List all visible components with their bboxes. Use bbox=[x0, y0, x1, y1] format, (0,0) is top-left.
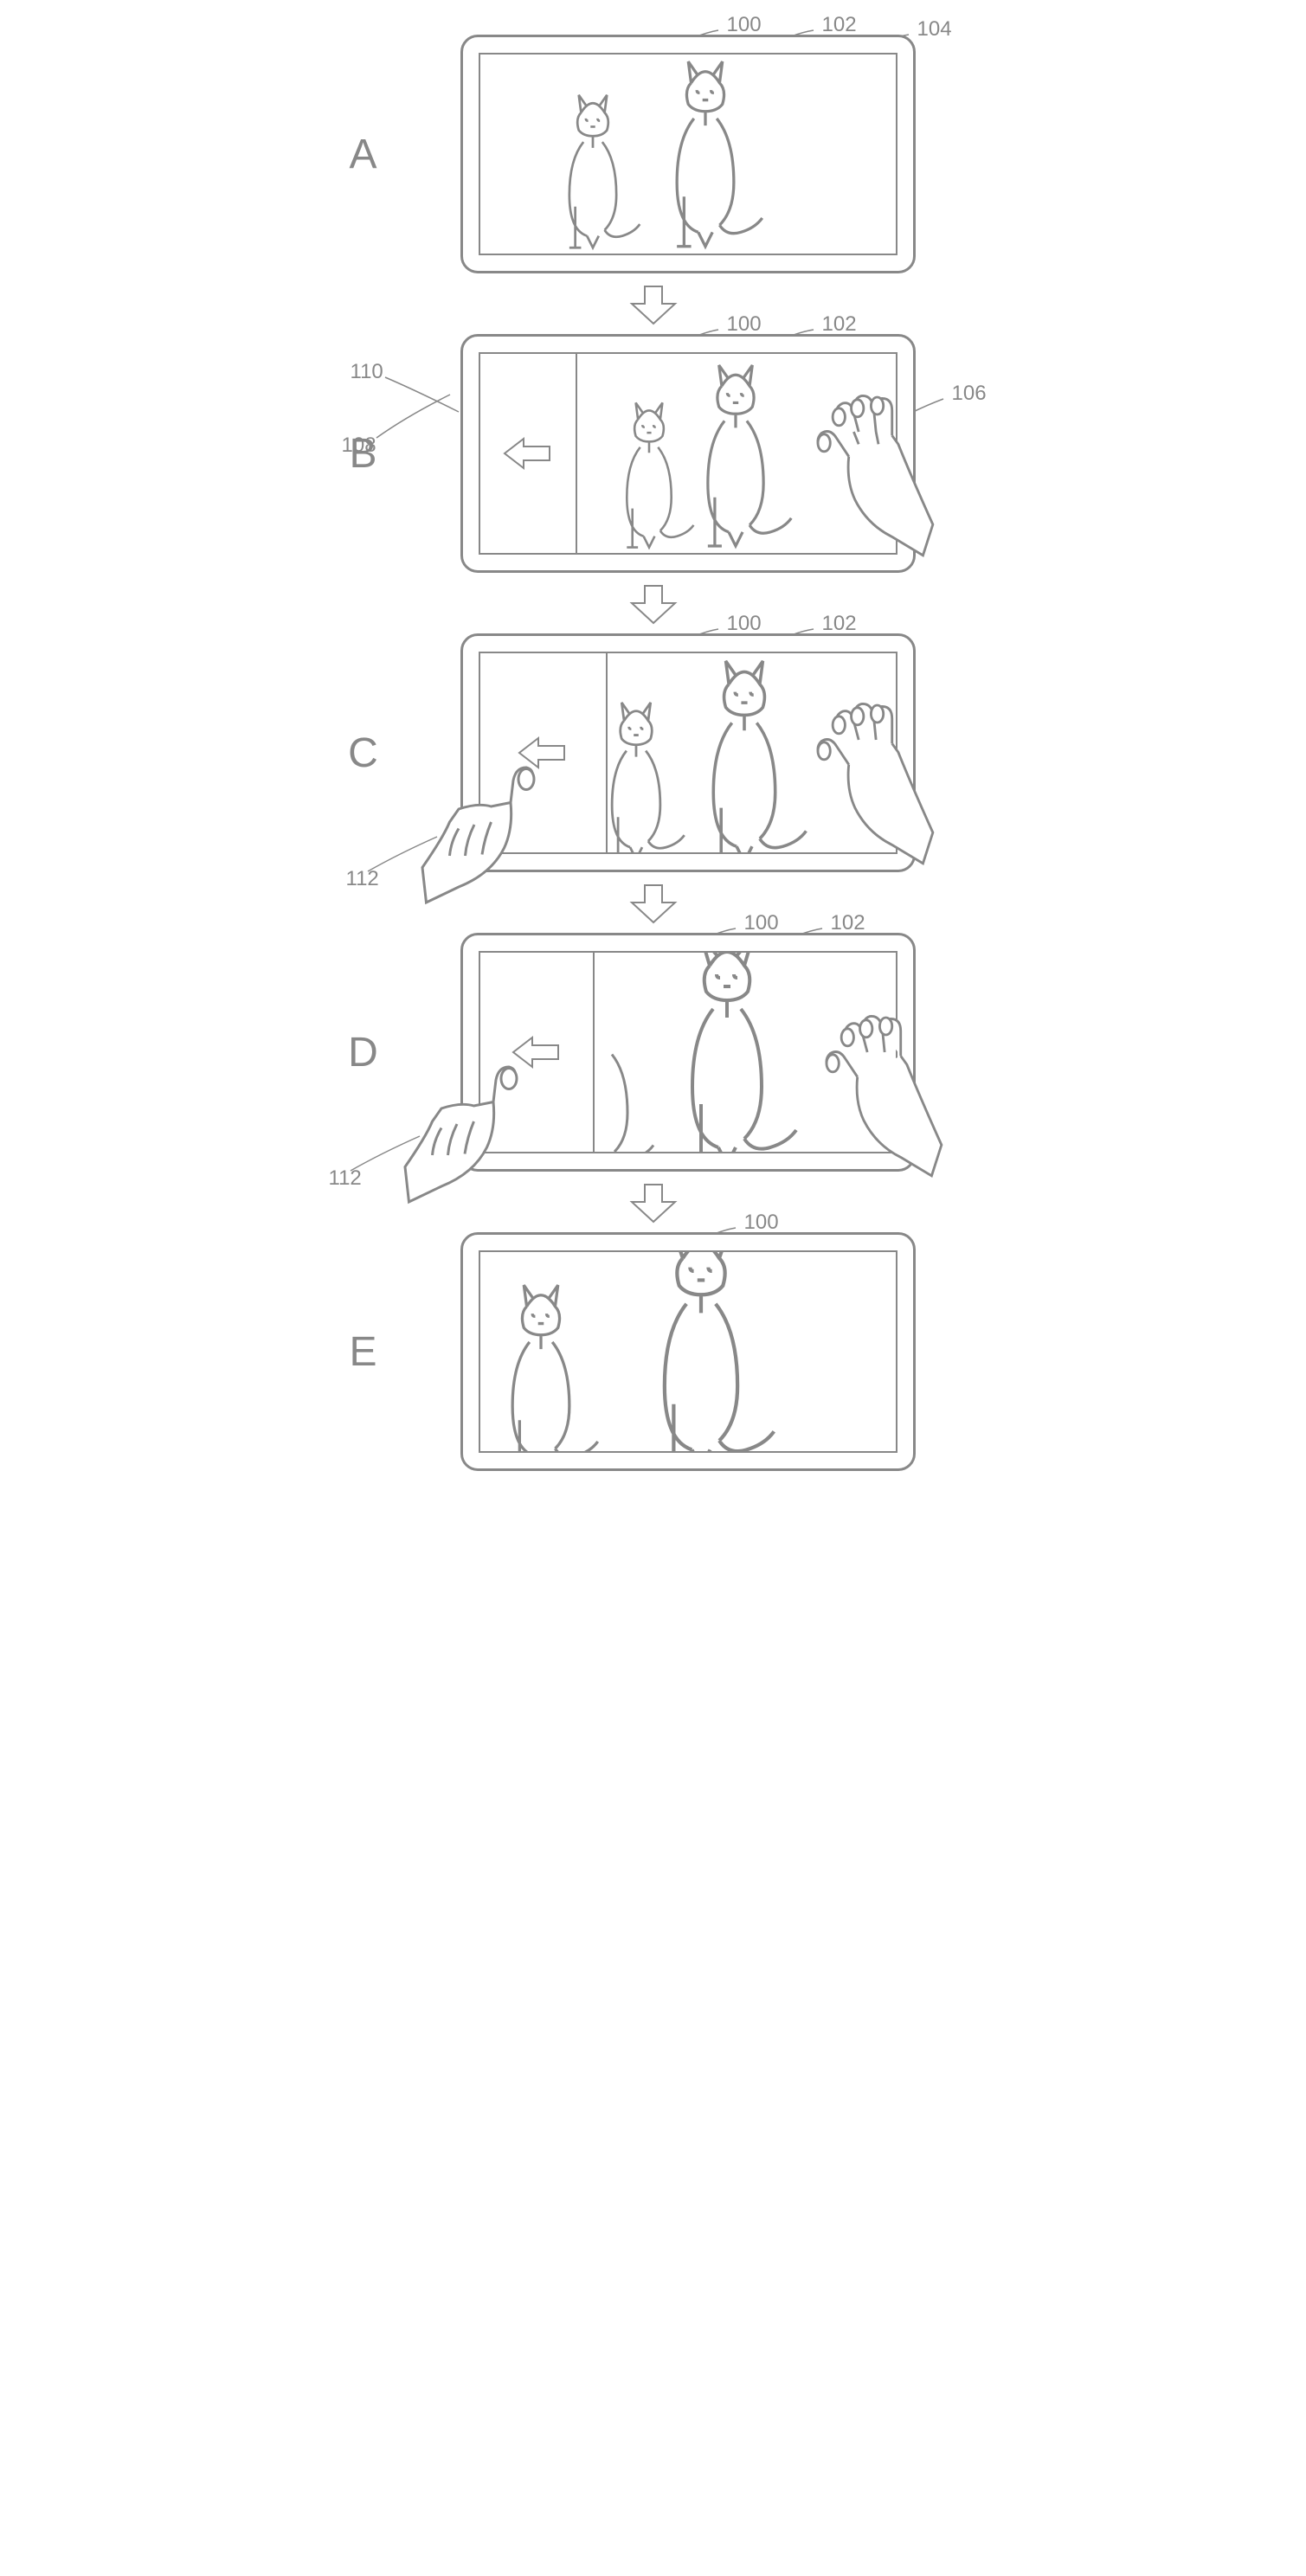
figure-container: A 100 102 104 B 100 102 106 108 bbox=[329, 35, 978, 1480]
callout-100: 100 bbox=[744, 1211, 779, 1235]
dog-large bbox=[593, 1250, 809, 1453]
hand-left-icon bbox=[420, 757, 576, 913]
callout-104: 104 bbox=[917, 17, 952, 42]
callout-102: 102 bbox=[831, 911, 865, 935]
callout-102: 102 bbox=[822, 312, 857, 337]
flow-arrow-icon bbox=[627, 282, 679, 325]
device-frame[interactable] bbox=[460, 334, 916, 573]
panel-D: D 100 102 112 bbox=[329, 933, 978, 1172]
flow-arrow-icon bbox=[627, 581, 679, 625]
panel-E: E 100 bbox=[329, 1232, 978, 1471]
panel-A: A 100 102 104 bbox=[329, 35, 978, 273]
device-frame[interactable] bbox=[460, 1232, 916, 1471]
callout-112: 112 bbox=[346, 867, 379, 891]
flow-arrow-icon bbox=[627, 1180, 679, 1224]
screen[interactable] bbox=[479, 1250, 897, 1453]
callout-106: 106 bbox=[952, 382, 987, 406]
callout-102: 102 bbox=[822, 612, 857, 636]
device-frame[interactable] bbox=[460, 35, 916, 273]
panel-B: B 100 102 106 108 110 bbox=[329, 334, 978, 573]
callout-112: 112 bbox=[329, 1166, 362, 1191]
screen[interactable] bbox=[479, 53, 897, 255]
dog-large bbox=[627, 55, 783, 254]
hand-right-icon bbox=[792, 1009, 948, 1182]
arrow-left-icon bbox=[502, 436, 554, 471]
callout-line bbox=[381, 373, 467, 416]
step-label-C: C bbox=[329, 729, 398, 777]
step-label-D: D bbox=[329, 1029, 398, 1076]
step-label-A: A bbox=[329, 131, 398, 178]
hand-right-icon bbox=[783, 697, 939, 870]
device-frame[interactable] bbox=[460, 633, 916, 872]
hand-right-icon bbox=[783, 389, 939, 562]
side-panel[interactable] bbox=[480, 354, 577, 553]
callout-108: 108 bbox=[342, 434, 376, 458]
callout-110: 110 bbox=[351, 360, 383, 384]
panel-C: C 100 102 112 bbox=[329, 633, 978, 872]
device-frame[interactable] bbox=[460, 933, 916, 1172]
step-label-E: E bbox=[329, 1328, 398, 1376]
flow-arrow-icon bbox=[627, 881, 679, 924]
hand-left-icon bbox=[402, 1057, 558, 1212]
